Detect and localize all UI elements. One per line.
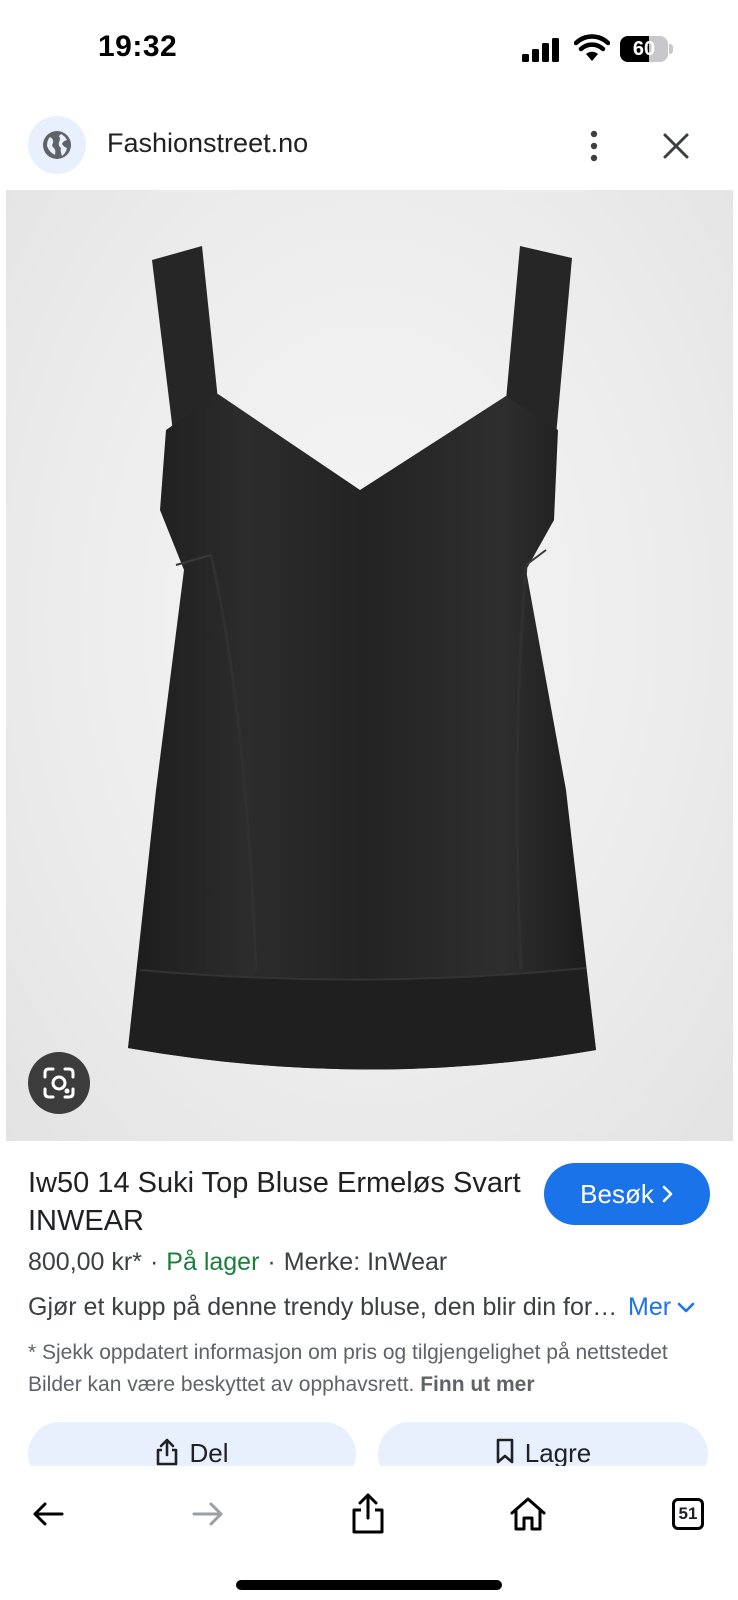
- globe-icon: [28, 116, 86, 174]
- status-time: 19:32: [98, 30, 178, 63]
- save-label: Lagre: [524, 1438, 592, 1468]
- product-image[interactable]: [6, 190, 733, 1141]
- tabs-count: 51: [672, 1498, 704, 1530]
- share-icon: [157, 1438, 178, 1466]
- battery-level: 60: [632, 38, 656, 60]
- more-label: Mer: [628, 1293, 672, 1321]
- site-name[interactable]: Fashionstreet.no: [107, 128, 308, 159]
- disclaimer: * Sjekk oppdatert informasjon om pris og…: [28, 1337, 718, 1401]
- toolbar-share-icon[interactable]: [342, 1488, 394, 1540]
- visit-label: Besøk: [580, 1178, 654, 1209]
- home-icon[interactable]: [502, 1488, 554, 1540]
- product-title[interactable]: Iw50 14 Suki Top Bluse Ermeløs Svart INW…: [28, 1164, 528, 1240]
- chevron-down-icon: [677, 1302, 695, 1312]
- home-indicator: [236, 1580, 502, 1590]
- description: Gjør et kupp på denne trendy bluse, den …: [28, 1293, 618, 1321]
- browser-toolbar: 51: [0, 1466, 738, 1600]
- bookmark-icon: [496, 1438, 514, 1464]
- lens-icon[interactable]: [28, 1052, 90, 1114]
- description-row: Gjør et kupp på denne trendy bluse, den …: [28, 1293, 718, 1327]
- forward-arrow-icon[interactable]: [182, 1488, 234, 1540]
- disclaimer-text: * Sjekk oppdatert informasjon om pris og…: [28, 1341, 668, 1396]
- site-header: Fashionstreet.no: [0, 110, 738, 190]
- visit-button[interactable]: Besøk: [544, 1163, 710, 1225]
- brand: Merke: InWear: [283, 1248, 448, 1276]
- tabs-icon[interactable]: 51: [662, 1488, 714, 1540]
- stock-status: På lager: [166, 1248, 260, 1276]
- wifi-icon: [574, 34, 610, 61]
- battery-icon: 60: [620, 36, 673, 62]
- signal-icon: [522, 38, 559, 62]
- share-label: Del: [189, 1438, 229, 1468]
- product-meta: 800,00 kr* · På lager · Merke: InWear: [28, 1248, 448, 1276]
- top-garment-illustration: [128, 246, 596, 1070]
- more-link[interactable]: Mer: [628, 1293, 695, 1322]
- back-arrow-icon[interactable]: [22, 1488, 74, 1540]
- learn-more-link[interactable]: Finn ut mer: [420, 1373, 534, 1396]
- status-bar: 19:32 60: [0, 0, 738, 100]
- more-vertical-icon[interactable]: [574, 124, 614, 168]
- chevron-right-icon: [662, 1185, 673, 1203]
- price: 800,00 kr*: [28, 1248, 142, 1276]
- close-icon[interactable]: [654, 124, 698, 168]
